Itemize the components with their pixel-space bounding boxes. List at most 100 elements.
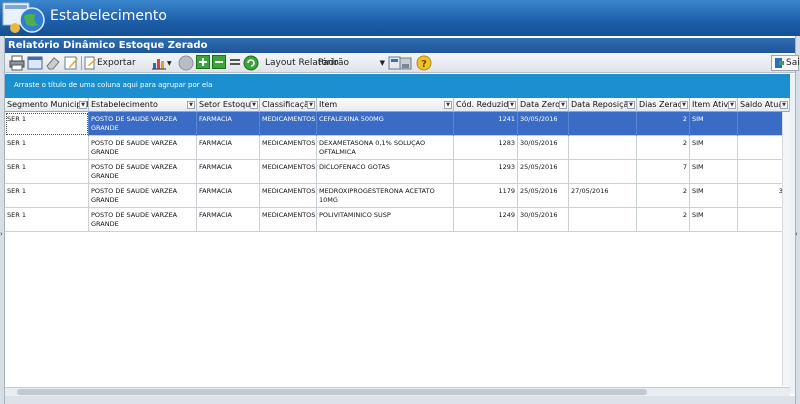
cell-item[interactable]: MEDROXIPROGESTERONA ACETATO 10MG (317, 184, 454, 208)
column-header-estabelecimento[interactable]: Estabelecimento ▼ (89, 98, 197, 112)
cell-setor-estoque[interactable]: FARMACIA (197, 112, 260, 136)
filter-dropdown-icon[interactable]: ▼ (187, 101, 195, 109)
cell-dias-zerado[interactable]: 7 (637, 160, 690, 184)
cell-classificacao[interactable]: MEDICAMENTOS (260, 160, 317, 184)
cell-estabelecimento[interactable]: POSTO DE SAUDE VARZEA GRANDE (89, 136, 197, 160)
filter-dropdown-icon[interactable]: ▼ (444, 101, 452, 109)
cell-segmento-municipal[interactable]: SER 1 (5, 208, 89, 232)
filter-dropdown-icon[interactable]: ▼ (307, 101, 315, 109)
column-header-item-ativo[interactable]: Item Ativo ▼ (690, 98, 738, 112)
print-preview-button[interactable] (27, 55, 43, 71)
cell-dias-zerado[interactable]: 2 (637, 112, 690, 136)
cell-item-ativo[interactable]: SIM (690, 112, 738, 136)
column-header-saldo-atual[interactable]: Saldo Atual ▼ (738, 98, 790, 112)
cell-classificacao[interactable]: MEDICAMENTOS (260, 184, 317, 208)
cell-data-reposicao[interactable] (569, 160, 637, 184)
group-by-area[interactable]: Arraste o título de uma coluna aqui para… (5, 74, 790, 98)
cell-cod-reduzido[interactable]: 1179 (454, 184, 518, 208)
cell-segmento-municipal[interactable]: SER 1 (5, 112, 89, 136)
cell-classificacao[interactable]: MEDICAMENTOS (260, 136, 317, 160)
table-row[interactable]: SER 1 POSTO DE SAUDE VARZEA GRANDE FARMACI… (5, 208, 790, 232)
right-collapse-strip[interactable] (795, 36, 800, 404)
save-layout-button[interactable] (388, 55, 414, 71)
cell-data-zerou[interactable]: 30/05/2016 (518, 136, 569, 160)
plus-icon (196, 55, 210, 69)
cell-item[interactable]: DEXAMETASONA 0,1% SOLUÇAO OFTALMICA (317, 136, 454, 160)
cell-estabelecimento[interactable]: POSTO DE SAUDE VARZEA GRANDE (89, 208, 197, 232)
column-header-classificacao[interactable]: Classificação ▼ (260, 98, 317, 112)
cell-data-reposicao[interactable] (569, 112, 637, 136)
export-button[interactable]: Exportar Para▼ (84, 55, 150, 84)
cell-dias-zerado[interactable]: 2 (637, 184, 690, 208)
cell-segmento-municipal[interactable]: SER 1 (5, 136, 89, 160)
cell-dias-zerado[interactable]: 2 (637, 208, 690, 232)
table-row[interactable]: SER 1 POSTO DE SAUDE VARZEA GRANDE FARMACI… (5, 184, 790, 208)
cell-setor-estoque[interactable]: FARMACIA (197, 136, 260, 160)
cell-setor-estoque[interactable]: FARMACIA (197, 208, 260, 232)
filter-dropdown-icon[interactable]: ▼ (79, 101, 87, 109)
refresh-button[interactable] (243, 55, 259, 71)
cell-item-ativo[interactable]: SIM (690, 184, 738, 208)
cell-data-zerou[interactable]: 30/05/2016 (518, 208, 569, 232)
eraser-button[interactable] (45, 55, 61, 71)
exit-button[interactable]: Sair (771, 55, 800, 71)
columns-button[interactable] (228, 55, 242, 71)
cell-data-zerou[interactable]: 25/05/2016 (518, 184, 569, 208)
cell-cod-reduzido[interactable]: 1241 (454, 112, 518, 136)
expand-all-button[interactable] (196, 55, 210, 71)
layout-select[interactable]: Padrão ▼ (318, 56, 386, 70)
cell-dias-zerado[interactable]: 2 (637, 136, 690, 160)
filter-dropdown-icon[interactable]: ▼ (680, 101, 688, 109)
cell-data-reposicao[interactable]: 27/05/2016 (569, 184, 637, 208)
filter-dropdown-icon[interactable]: ▼ (250, 101, 258, 109)
horizontal-scroll-thumb[interactable] (17, 389, 647, 395)
filter-dropdown-icon[interactable]: ▼ (780, 101, 788, 109)
filter-dropdown-icon[interactable]: ▼ (728, 101, 736, 109)
collapse-all-button[interactable] (212, 55, 226, 71)
cell-segmento-municipal[interactable]: SER 1 (5, 184, 89, 208)
filter-dropdown-icon[interactable]: ▼ (627, 101, 635, 109)
table-row[interactable]: SER 1 POSTO DE SAUDE VARZEA GRANDE FARMACI… (5, 136, 790, 160)
chart-button[interactable]: ▼ (152, 55, 174, 71)
column-header-cod-reduzido[interactable]: Cód. Reduzido ▼ (454, 98, 518, 112)
table-row[interactable]: SER 1 POSTO DE SAUDE VARZEA GRANDE FARMACI… (5, 112, 790, 136)
cell-classificacao[interactable]: MEDICAMENTOS (260, 208, 317, 232)
cell-item[interactable]: DICLOFENACO GOTAS (317, 160, 454, 184)
cell-estabelecimento[interactable]: POSTO DE SAUDE VARZEA GRANDE (89, 160, 197, 184)
cell-cod-reduzido[interactable]: 1283 (454, 136, 518, 160)
cell-estabelecimento[interactable]: POSTO DE SAUDE VARZEA GRANDE (89, 112, 197, 136)
cell-cod-reduzido[interactable]: 1293 (454, 160, 518, 184)
left-grip-icon[interactable]: › (0, 230, 3, 238)
circle-button[interactable] (178, 55, 194, 71)
column-header-data-reposicao[interactable]: Data Reposição ▼ (569, 98, 637, 112)
column-header-segmento-municipal[interactable]: Segmento Municipal ▼ (5, 98, 89, 112)
print-button[interactable] (9, 55, 25, 71)
cell-segmento-municipal[interactable]: SER 1 (5, 160, 89, 184)
cell-data-zerou[interactable]: 30/05/2016 (518, 112, 569, 136)
cell-item-ativo[interactable]: SIM (690, 208, 738, 232)
cell-data-zerou[interactable]: 25/05/2016 (518, 160, 569, 184)
vertical-scrollbar[interactable] (782, 112, 790, 386)
column-header-data-zerou[interactable]: Data Zerou ▼ (518, 98, 569, 112)
edit-button[interactable] (63, 55, 79, 71)
cell-setor-estoque[interactable]: FARMACIA (197, 184, 260, 208)
cell-classificacao[interactable]: MEDICAMENTOS (260, 112, 317, 136)
column-header-dias-zerado[interactable]: Dias Zerado ▼ (637, 98, 690, 112)
right-grip-icon[interactable]: ‹ (795, 230, 798, 238)
cell-setor-estoque[interactable]: FARMACIA (197, 160, 260, 184)
filter-dropdown-icon[interactable]: ▼ (508, 101, 516, 109)
table-row[interactable]: SER 1 POSTO DE SAUDE VARZEA GRANDE FARMACI… (5, 160, 790, 184)
cell-estabelecimento[interactable]: POSTO DE SAUDE VARZEA GRANDE (89, 184, 197, 208)
cell-data-reposicao[interactable] (569, 208, 637, 232)
filter-dropdown-icon[interactable]: ▼ (559, 101, 567, 109)
horizontal-scrollbar[interactable] (5, 387, 790, 396)
cell-data-reposicao[interactable] (569, 136, 637, 160)
cell-item[interactable]: CEFALEXINA 500MG (317, 112, 454, 136)
cell-cod-reduzido[interactable]: 1249 (454, 208, 518, 232)
column-header-item[interactable]: Item ▼ (317, 98, 454, 112)
help-button[interactable]: ? (416, 55, 432, 71)
cell-item-ativo[interactable]: SIM (690, 160, 738, 184)
cell-item-ativo[interactable]: SIM (690, 136, 738, 160)
column-header-setor-estoque[interactable]: Setor Estoque ▼ (197, 98, 260, 112)
cell-item[interactable]: POLIVITAMINICO SUSP (317, 208, 454, 232)
